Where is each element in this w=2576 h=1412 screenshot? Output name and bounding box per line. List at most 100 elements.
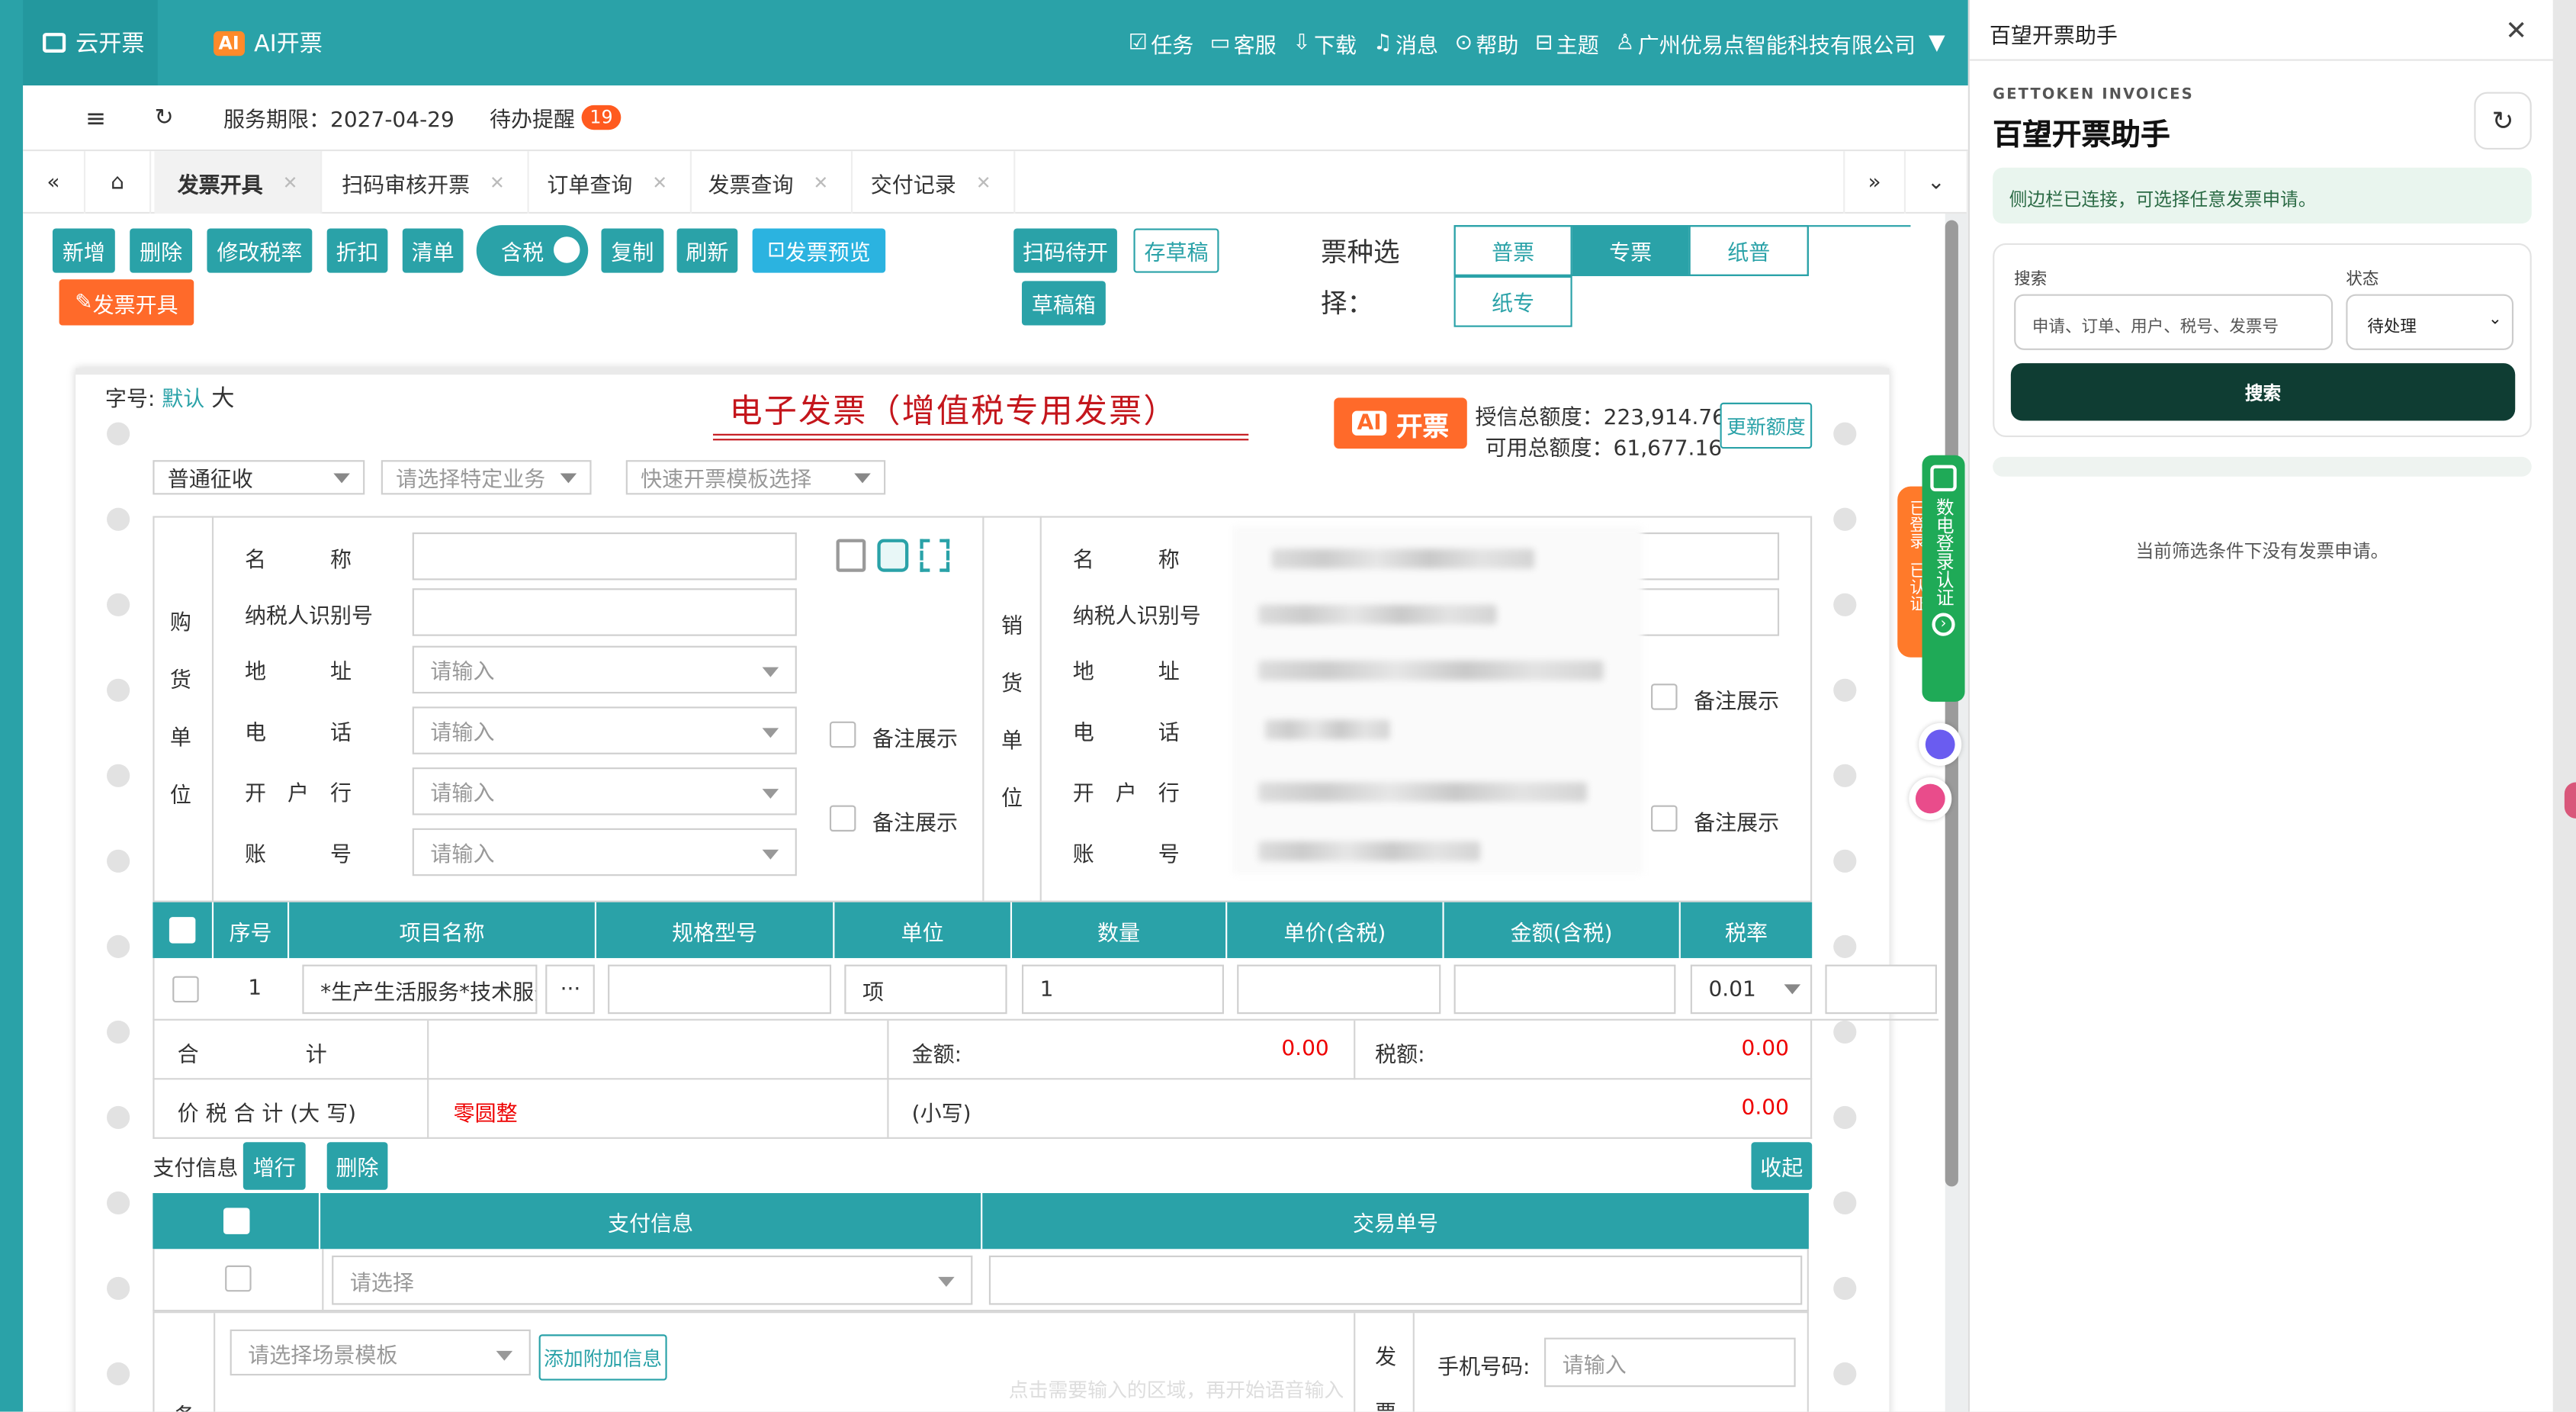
payment-row-checkbox[interactable] [225, 1265, 252, 1292]
phone-input[interactable]: 请输入 [1544, 1337, 1796, 1388]
close-icon[interactable]: ✕ [490, 172, 505, 193]
tab-issue-invoice[interactable]: 发票开具 ✕ [154, 151, 323, 214]
discount-button[interactable]: 折扣 [326, 228, 388, 273]
buyer-name-input[interactable] [412, 532, 797, 581]
quick-template-select[interactable]: 快速开票模板选择 [625, 460, 886, 495]
tab-scan-review[interactable]: 扫码审核开票 ✕ [319, 151, 530, 214]
menu-task[interactable]: ☑ 任务 [1129, 27, 1193, 59]
search-input[interactable]: 申请、订单、用户、税号、发票号 [2014, 294, 2333, 350]
reload-icon[interactable]: ↻ [155, 105, 174, 130]
add-button[interactable]: 新增 [52, 228, 115, 273]
menu-company[interactable]: ♙ 广州优易点智能科技有限公司 ▼ [1615, 27, 1945, 59]
extension-tab-icon[interactable] [2564, 782, 2576, 819]
scene-template-select[interactable]: 请选择场景模板 [230, 1329, 531, 1376]
tax-rate-select[interactable]: 0.01 [1690, 964, 1813, 1015]
home-icon[interactable]: ⌂ [85, 151, 152, 214]
phone-search-icon[interactable] [877, 539, 909, 572]
save-draft-button[interactable]: 存草稿 [1133, 228, 1219, 273]
search-button[interactable]: 搜索 [2010, 363, 2516, 421]
scan-pending-button[interactable]: 扫码待开 [1013, 228, 1117, 273]
select-all-checkbox[interactable] [169, 917, 196, 944]
serial-default[interactable]: 默认 [162, 388, 204, 412]
scan-icon[interactable] [920, 539, 950, 572]
menu-help[interactable]: ⊙ 帮助 [1455, 27, 1519, 59]
amount-input[interactable] [1453, 964, 1676, 1015]
payment-delete-button[interactable]: 删除 [326, 1142, 388, 1190]
menu-theme[interactable]: ⊟ 主题 [1535, 27, 1599, 59]
tab-order-query[interactable]: 订单查询 ✕ [524, 151, 692, 214]
special-business-select[interactable]: 请选择特定业务 [381, 460, 592, 495]
close-icon[interactable]: ✕ [813, 172, 828, 193]
status-select[interactable]: 待处理 ⌄ [2346, 294, 2514, 350]
copy-button[interactable]: 复制 [601, 228, 664, 273]
tax-included-toggle[interactable]: 含税 [476, 225, 589, 276]
tab-delivery-record[interactable]: 交付记录 ✕ [848, 151, 1016, 214]
select-all-cell [153, 902, 214, 958]
draft-box-button[interactable]: 草稿箱 [1021, 281, 1106, 326]
id-card-icon[interactable] [836, 539, 866, 572]
payment-type-select[interactable]: 请选择 [332, 1255, 973, 1305]
close-icon[interactable]: ✕ [976, 172, 991, 193]
unit-input[interactable]: 项 [844, 964, 1007, 1015]
translate-button[interactable] [1909, 777, 1952, 820]
menu-download[interactable]: ⇩ 下载 [1293, 27, 1357, 59]
quantity-input[interactable]: 1 [1021, 964, 1224, 1015]
buyer-bank-input[interactable]: 请输入 [412, 767, 797, 815]
delete-button[interactable]: 删除 [130, 228, 193, 273]
tab-ai-invoice[interactable]: AI AI开票 [214, 0, 361, 85]
add-extra-info-button[interactable]: 添加附加信息 [538, 1334, 667, 1381]
menu-message[interactable]: ♫ 消息 [1373, 27, 1438, 59]
invoice-preview-button[interactable]: ⊡ 发票预览 [752, 228, 886, 273]
close-icon[interactable]: ✕ [283, 172, 298, 193]
item-name-input[interactable]: *生产生活服务*技术服务 [302, 964, 538, 1015]
more-button[interactable]: ··· [545, 964, 595, 1015]
buyer-bank-remark-checkbox[interactable] [829, 805, 856, 832]
buyer-address-input[interactable]: 请输入 [412, 645, 797, 694]
buyer-phone-input[interactable]: 请输入 [412, 706, 797, 754]
row-checkbox[interactable] [172, 976, 199, 1003]
list-button[interactable]: 清单 [402, 228, 464, 273]
ticket-type-paper-normal[interactable]: 纸普 [1688, 225, 1809, 276]
collapse-button[interactable]: 收起 [1751, 1142, 1813, 1190]
payment-select-all-checkbox[interactable] [222, 1208, 249, 1234]
issue-invoice-button[interactable]: ✎ 发票开具 [59, 279, 194, 326]
tabs-dropdown-icon[interactable]: ⌄ [1906, 151, 1968, 214]
refresh-icon[interactable]: ↻ [2474, 92, 2532, 150]
refresh-button[interactable]: 刷新 [676, 228, 738, 273]
add-row-button[interactable]: 增行 [243, 1142, 306, 1190]
ticket-type-special[interactable]: 专票 [1572, 225, 1689, 276]
close-icon[interactable]: ✕ [652, 172, 667, 193]
scrollbar-thumb[interactable] [1945, 220, 1958, 1187]
menu-service[interactable]: ▭ 客服 [1210, 27, 1277, 59]
transaction-no-input[interactable] [988, 1255, 1803, 1305]
assistant-bot-button[interactable] [1919, 722, 1962, 766]
ticket-type-paper-special[interactable]: 纸专 [1453, 275, 1572, 327]
ticket-type-normal[interactable]: 普票 [1453, 225, 1572, 276]
tab-invoice-query[interactable]: 发票查询 ✕ [685, 151, 853, 214]
unit-price-input[interactable] [1237, 964, 1441, 1015]
seller-remark-checkbox[interactable] [1651, 683, 1678, 710]
tabs-prev-icon[interactable]: « [23, 151, 86, 214]
update-quota-button[interactable]: 更新额度 [1720, 402, 1813, 449]
extra-cell-input[interactable] [1825, 964, 1937, 1015]
buyer-account-label: 账 号 [244, 843, 352, 868]
divider [1354, 1020, 1356, 1080]
serial-size[interactable]: 大 [211, 386, 234, 412]
digital-login-tab[interactable]: 数电登录认证 › [1922, 455, 1965, 702]
header-payment-info: 支付信息 [320, 1193, 983, 1250]
buyer-account-input[interactable]: 请输入 [412, 828, 797, 876]
spec-input[interactable] [608, 964, 832, 1015]
tab-cloud-invoice[interactable]: 云开票 [23, 0, 158, 86]
buyer-remark-checkbox[interactable] [829, 721, 856, 748]
close-icon[interactable]: ✕ [2505, 14, 2527, 46]
tabs-next-icon[interactable]: » [1843, 151, 1906, 214]
redacted-text [1271, 548, 1535, 569]
punch-hole [1833, 1362, 1857, 1386]
collection-type-select[interactable]: 普通征收 [153, 460, 365, 495]
ai-issue-badge[interactable]: AI 开票 [1334, 397, 1467, 449]
seller-bank-remark-checkbox[interactable] [1651, 805, 1678, 832]
todo-reminder[interactable]: 待办提醒 [490, 102, 575, 133]
modify-rate-button[interactable]: 修改税率 [207, 228, 313, 273]
buyer-taxid-input[interactable] [412, 588, 797, 636]
menu-toggle-icon[interactable]: ≡ [85, 103, 106, 133]
